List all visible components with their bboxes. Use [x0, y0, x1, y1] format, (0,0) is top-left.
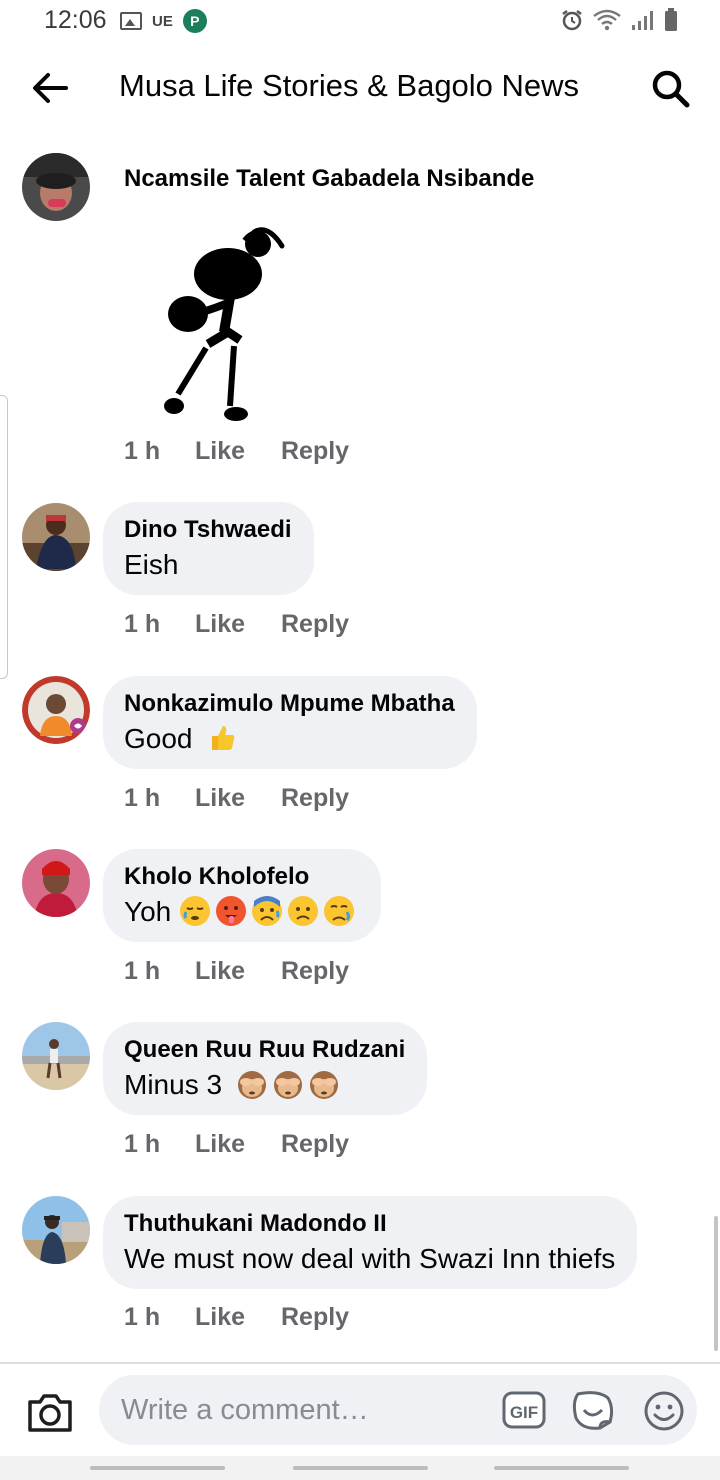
app-badge-icon: P: [182, 9, 207, 33]
search-icon[interactable]: [648, 66, 692, 110]
reply-button[interactable]: Reply: [281, 784, 349, 813]
sticker-icon[interactable]: [570, 1388, 616, 1432]
anxious-face-icon: [252, 896, 283, 926]
comment-bubble[interactable]: Kholo Kholofelo Yoh: [103, 849, 382, 942]
like-button[interactable]: Like: [195, 1303, 281, 1332]
camera-icon[interactable]: [26, 1390, 74, 1434]
page-title: Musa Life Stories & Bagolo News: [119, 68, 580, 103]
see-no-evil-monkey-icon: [274, 1071, 303, 1099]
comment-actions: 1 h Like Reply: [124, 1130, 349, 1159]
comment-text: Good: [124, 721, 455, 757]
avatar[interactable]: [22, 1022, 90, 1090]
figure-sticker[interactable]: [150, 222, 290, 424]
comment-author[interactable]: Thuthukani Madondo II: [124, 1209, 615, 1239]
battery-icon: [665, 8, 677, 31]
comment-time: 1 h: [124, 437, 161, 465]
emoji-icon[interactable]: [643, 1390, 685, 1432]
avatar[interactable]: [22, 849, 90, 917]
comment-actions: 1 h Like Reply: [124, 957, 349, 986]
reply-button[interactable]: Reply: [281, 1303, 349, 1332]
like-button[interactable]: Like: [195, 784, 281, 813]
comment-bubble[interactable]: Dino Tshwaedi Eish: [103, 502, 314, 595]
worried-face-icon: [288, 896, 319, 926]
like-button[interactable]: Like: [195, 437, 281, 466]
see-no-evil-monkey-icon: [238, 1071, 267, 1099]
nav-back-button[interactable]: [494, 1466, 629, 1470]
comment-author[interactable]: Dino Tshwaedi: [124, 515, 292, 545]
carrier-label: UE: [152, 12, 173, 30]
comment-time: 1 h: [124, 1303, 161, 1331]
reply-button[interactable]: Reply: [281, 1130, 349, 1159]
avatar[interactable]: [22, 153, 90, 221]
like-button[interactable]: Like: [195, 1130, 281, 1159]
avatar[interactable]: [22, 676, 90, 744]
side-panel-edge[interactable]: [0, 395, 8, 679]
sleepy-face-icon: [180, 896, 211, 926]
like-button[interactable]: Like: [195, 610, 281, 639]
comment-author[interactable]: Nonkazimulo Mpume Mbatha: [124, 689, 455, 719]
signal-icon: [632, 11, 653, 30]
status-bar: 12:06 UE P: [0, 0, 720, 44]
comment-author[interactable]: Kholo Kholofelo: [124, 862, 359, 892]
comment-time: 1 h: [124, 1130, 161, 1158]
see-no-evil-monkey-icon: [310, 1071, 339, 1099]
comment-time: 1 h: [124, 784, 161, 812]
comment-author[interactable]: Queen Ruu Ruu Rudzani: [124, 1035, 405, 1065]
sad-face-icon: [324, 896, 355, 926]
wifi-icon: [593, 9, 621, 31]
comment-actions: 1 h Like Reply: [124, 1303, 349, 1332]
status-time: 12:06: [44, 6, 107, 34]
scrollbar[interactable]: [714, 1216, 718, 1351]
avatar[interactable]: [22, 1196, 90, 1264]
system-navigation-bar: [0, 1456, 720, 1480]
svg-text:GIF: GIF: [510, 1403, 538, 1422]
like-button[interactable]: Like: [195, 957, 281, 986]
comment-author[interactable]: Ncamsile Talent Gabadela Nsibande: [124, 165, 534, 193]
top-app-bar: Musa Life Stories & Bagolo News: [0, 44, 720, 134]
comment-actions: 1 h Like Reply: [124, 784, 349, 813]
comment-actions: 1 h Like Reply: [124, 610, 349, 639]
nav-recents-button[interactable]: [90, 1466, 225, 1470]
reply-button[interactable]: Reply: [281, 437, 349, 466]
comment-time: 1 h: [124, 957, 161, 985]
gallery-icon: [120, 12, 142, 30]
reply-button[interactable]: Reply: [281, 957, 349, 986]
comment-text: We must now deal with Swazi Inn thiefs: [124, 1243, 616, 1274]
comment-actions: 1 h Like Reply: [124, 437, 349, 466]
nav-home-button[interactable]: [293, 1466, 428, 1470]
comment-composer: GIF: [0, 1362, 720, 1458]
gif-icon[interactable]: GIF: [502, 1391, 546, 1429]
hot-face-icon: [216, 896, 247, 926]
back-arrow-icon[interactable]: [28, 66, 72, 110]
comment-time: 1 h: [124, 610, 161, 638]
comment-bubble[interactable]: Thuthukani Madondo II We must now deal w…: [103, 1196, 638, 1289]
comment-bubble[interactable]: Nonkazimulo Mpume Mbatha Good: [103, 676, 477, 769]
comment-text: Minus 3: [124, 1067, 405, 1103]
reply-button[interactable]: Reply: [281, 610, 349, 639]
comment-text: Yoh: [124, 894, 359, 930]
comment-bubble[interactable]: Queen Ruu Ruu Rudzani Minus 3: [103, 1022, 428, 1115]
thumbs-up-icon: [212, 726, 235, 750]
avatar[interactable]: [22, 503, 90, 571]
comment-text: Eish: [124, 549, 179, 580]
alarm-icon: [562, 10, 582, 31]
